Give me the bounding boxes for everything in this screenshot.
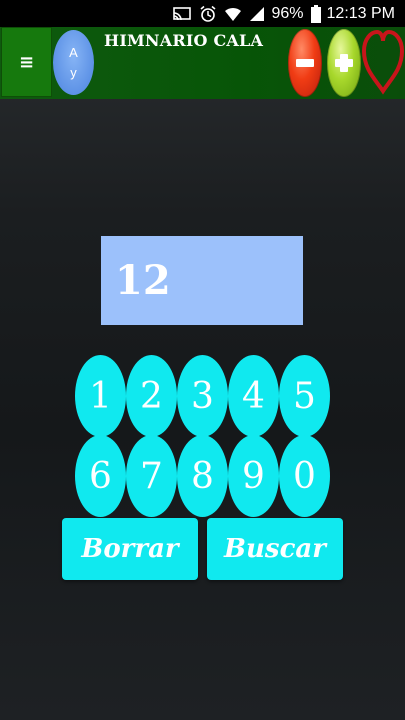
- font-button-letter-a: A: [69, 44, 78, 60]
- font-size-button[interactable]: A y: [53, 30, 94, 95]
- app-title: HIMNARIO CALA: [104, 31, 264, 50]
- key-3[interactable]: 3: [177, 355, 228, 437]
- signal-icon: [249, 6, 265, 22]
- clock: 12:13 PM: [326, 4, 395, 22]
- hymn-number-display: 12: [101, 236, 303, 325]
- favorite-button[interactable]: [361, 27, 405, 97]
- zoom-out-button[interactable]: [288, 29, 322, 97]
- key-0[interactable]: 0: [279, 435, 330, 517]
- heart-icon: [361, 29, 405, 95]
- key-9[interactable]: 9: [228, 435, 279, 517]
- battery-icon: [310, 4, 321, 23]
- zoom-in-button[interactable]: [327, 29, 361, 97]
- font-button-letter-y: y: [70, 64, 77, 80]
- key-2[interactable]: 2: [126, 355, 177, 437]
- plus-icon: [335, 54, 353, 72]
- key-6[interactable]: 6: [75, 435, 126, 517]
- key-4[interactable]: 4: [228, 355, 279, 437]
- key-1[interactable]: 1: [75, 355, 126, 437]
- key-8[interactable]: 8: [177, 435, 228, 517]
- minus-icon: [296, 59, 314, 67]
- status-bar: 96% 12:13 PM: [0, 0, 405, 27]
- wifi-icon: [224, 6, 242, 22]
- menu-icon: ≡: [18, 51, 35, 73]
- alarm-icon: [199, 5, 217, 23]
- app-bar: ≡ A y HIMNARIO CALA: [0, 27, 405, 99]
- battery-percent: 96%: [271, 4, 304, 22]
- key-7[interactable]: 7: [126, 435, 177, 517]
- clear-button[interactable]: Borrar: [62, 518, 198, 580]
- search-button[interactable]: Buscar: [207, 518, 343, 580]
- cast-icon: [172, 6, 192, 22]
- menu-button[interactable]: ≡: [1, 27, 52, 97]
- key-5[interactable]: 5: [279, 355, 330, 437]
